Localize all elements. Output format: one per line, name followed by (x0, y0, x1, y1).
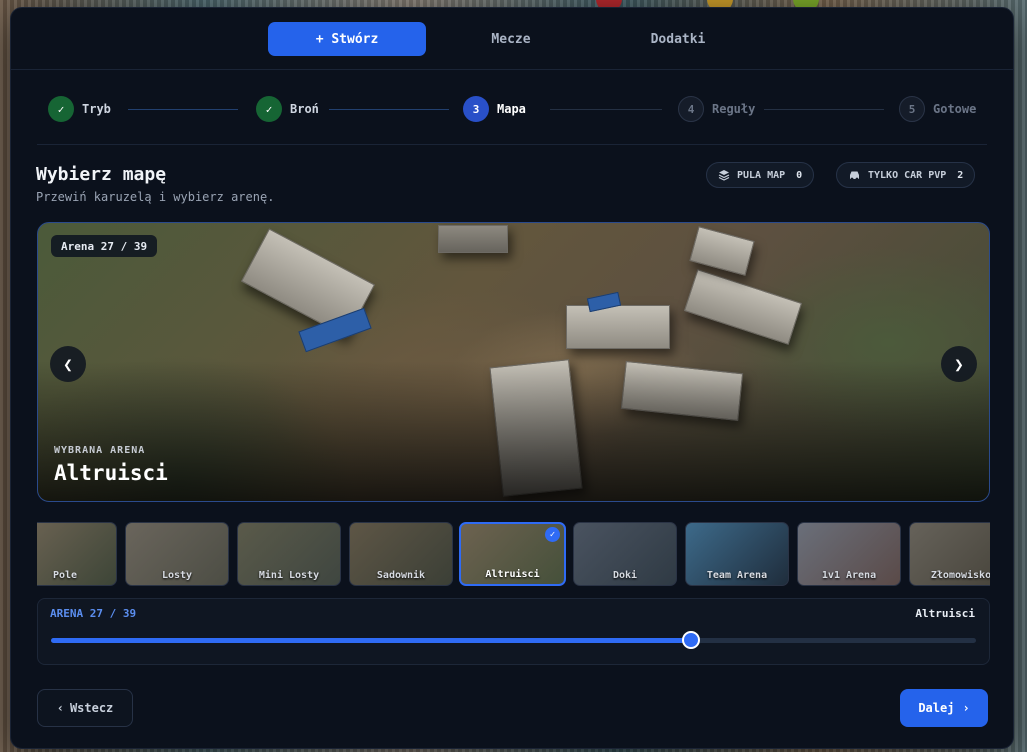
map-thumbnail[interactable]: Mini Losty (237, 522, 341, 586)
step-reguly[interactable]: 4 Reguły (678, 96, 755, 122)
next-button[interactable]: Dalej › (900, 689, 988, 727)
step-connector (550, 109, 662, 110)
thumbnail-label: Team Arena (706, 570, 768, 581)
check-icon: ✓ (48, 96, 74, 122)
step-number: 3 (463, 96, 489, 122)
check-icon: ✓ (545, 527, 560, 542)
arena-slider-fill (51, 638, 692, 643)
map-thumbnail-selected[interactable]: ✓ Altruisci (459, 522, 566, 586)
pill-label: PULA MAP (737, 169, 786, 181)
step-connector (128, 109, 238, 110)
step-tryb[interactable]: ✓ Tryb (48, 96, 111, 122)
step-label: Reguły (712, 102, 756, 116)
step-number: 5 (899, 96, 925, 122)
chevron-right-icon: ❯ (954, 354, 964, 374)
step-connector (329, 109, 449, 110)
thumbnail-label: Doki (612, 570, 638, 581)
create-match-panel: + Stwórz Mecze Dodatki ✓ Tryb ✓ Broń 3 M… (10, 7, 1014, 749)
thumbnail-label: 1v1 Arena (821, 570, 877, 581)
arena-counter-badge: Arena 27 / 39 (51, 235, 158, 257)
tab-addons[interactable]: Dodatki (617, 22, 739, 56)
selected-arena-label: WYBRANA ARENA (54, 445, 146, 456)
chevron-right-icon: › (962, 701, 970, 715)
step-mapa[interactable]: 3 Mapa (463, 96, 526, 122)
step-label: Tryb (82, 102, 111, 116)
pill-count: 2 (957, 169, 964, 181)
chevron-left-icon: ‹ (56, 701, 64, 715)
thumbnail-label: Altruisci (485, 569, 540, 580)
step-number: 4 (678, 96, 704, 122)
selected-arena-name: Altruisci (54, 461, 168, 485)
stepper: ✓ Tryb ✓ Broń 3 Mapa 4 Reguły 5 Gotowe (11, 70, 1013, 145)
page-subtitle: Przewiń karuzelą i wybierz arenę. (36, 190, 275, 204)
map-thumbnail[interactable]: Team Arena (685, 522, 789, 586)
thumbnail-label: Losty (161, 570, 193, 581)
step-gotowe[interactable]: 5 Gotowe (899, 96, 976, 122)
map-pool-pill[interactable]: PULA MAP 0 (706, 162, 815, 188)
hero-gradient (38, 361, 989, 501)
step-label: Mapa (497, 102, 526, 116)
map-thumbnail[interactable]: Pole (37, 522, 117, 586)
map-thumbnail[interactable]: Złomowisko (909, 522, 990, 586)
chevron-left-icon: ❮ (63, 354, 73, 374)
map-preview: Arena 27 / 39 ❮ ❯ WYBRANA ARENA Altruisc… (37, 222, 990, 502)
pill-label: TYLKO CAR PVP (868, 169, 947, 181)
slider-position-label: ARENA 27 / 39 (50, 607, 137, 620)
back-button[interactable]: ‹ Wstecz (37, 689, 133, 727)
tab-create[interactable]: + Stwórz (268, 22, 426, 56)
thumbnail-label: Pole (52, 570, 78, 581)
arena-slider-box: ARENA 27 / 39 Altruisci (37, 598, 990, 665)
map-thumbnail[interactable]: Losty (125, 522, 229, 586)
top-tabs: + Stwórz Mecze Dodatki (11, 8, 1013, 70)
car-pvp-pill[interactable]: TYLKO CAR PVP 2 (836, 162, 976, 188)
step-bron[interactable]: ✓ Broń (256, 96, 319, 122)
pill-count: 0 (796, 169, 803, 181)
arena-slider-track[interactable] (51, 631, 976, 649)
thumbnail-label: Złomowisko (930, 570, 990, 581)
map-building (566, 305, 670, 349)
map-thumbnail-strip: Pole Losty Mini Losty Sadownik ✓ Altruis… (37, 522, 990, 586)
next-button-label: Dalej (918, 701, 955, 715)
step-label: Broń (290, 102, 319, 116)
page-title: Wybierz mapę (36, 164, 167, 185)
map-building (689, 226, 755, 276)
car-icon (850, 171, 859, 180)
map-thumbnail[interactable]: Doki (573, 522, 677, 586)
layers-icon (718, 170, 730, 181)
divider (37, 144, 987, 145)
map-thumbnail[interactable]: Sadownik (349, 522, 453, 586)
step-connector (764, 109, 884, 110)
carousel-next-button[interactable]: ❯ (941, 346, 977, 382)
map-building (438, 225, 508, 253)
back-button-label: Wstecz (69, 701, 114, 715)
arena-slider-handle[interactable] (682, 631, 701, 649)
step-label: Gotowe (933, 102, 977, 116)
check-icon: ✓ (256, 96, 282, 122)
thumbnail-label: Mini Losty (258, 570, 320, 581)
tab-matches[interactable]: Mecze (451, 22, 571, 56)
map-building (683, 269, 803, 345)
slider-arena-name: Altruisci (915, 607, 975, 620)
carousel-prev-button[interactable]: ❮ (50, 346, 86, 382)
map-thumbnail[interactable]: 1v1 Arena (797, 522, 901, 586)
thumbnail-label: Sadownik (376, 570, 426, 581)
